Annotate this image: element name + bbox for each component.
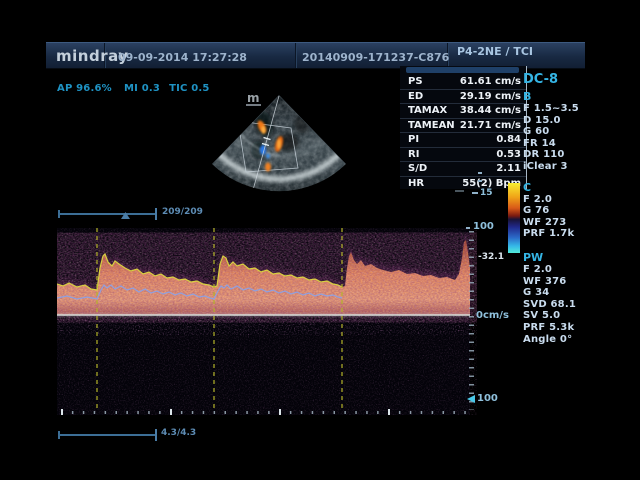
sweep-scrollbar[interactable] <box>57 426 167 442</box>
param-row: Angle 0° <box>523 334 635 346</box>
velocity-scale-zero-label: 0cm/s <box>476 310 509 321</box>
titlebar-divider <box>295 43 296 68</box>
param-row: PRF 5.3k <box>523 322 635 334</box>
datetime-label: 09-09-2014 17:27:28 <box>118 51 247 64</box>
panel-header-bar <box>406 67 519 73</box>
ultrasound-screen: mindray 09-09-2014 17:27:28 20140909-171… <box>0 0 640 480</box>
param-row: G 34 <box>523 287 635 299</box>
scale-marker-icon <box>467 395 475 403</box>
param-row: WF 376 <box>523 276 635 288</box>
spectral-doppler-display <box>57 228 477 415</box>
measurement-row: TAMEAN21.71 cm/s <box>400 118 526 133</box>
system-name-label: DC-8 <box>523 72 635 87</box>
param-row: SV 5.0 <box>523 310 635 322</box>
image-parameters-sidebar: DC-8 B F 1.5~3.5 D 15.0 G 60 FR 14 DR 11… <box>523 72 635 345</box>
param-row: SVD 68.1 <box>523 299 635 311</box>
color-scale-min-label: -32.1 <box>476 252 504 262</box>
probe-mode-label: P4-2NE / TCI <box>457 45 533 58</box>
param-row: F 1.5~3.5 <box>523 103 635 115</box>
param-row: F 2.0 <box>523 264 635 276</box>
title-bar: mindray 09-09-2014 17:27:28 20140909-171… <box>46 42 585 69</box>
param-row: DR 110 <box>523 149 635 161</box>
param-row: F 2.0 <box>523 194 635 206</box>
param-row: FR 14 <box>523 138 635 150</box>
param-row: G 76 <box>523 205 635 217</box>
param-row: PRF 1.7k <box>523 228 635 240</box>
acoustic-power-label: AP 96.6% <box>57 83 112 94</box>
measurement-row: RI0.53 <box>400 147 526 162</box>
sweep-time-label: 4.3/4.3 <box>161 428 196 438</box>
panel-grip-icon <box>455 190 464 192</box>
measurement-row: TAMAX38.44 cm/s <box>400 103 526 118</box>
depth-scale-label: 15 <box>480 188 493 198</box>
section-title-b: B <box>523 91 635 103</box>
param-row: WF 273 <box>523 217 635 229</box>
depth-tick <box>478 172 482 174</box>
scale-tick <box>466 227 470 229</box>
depth-tick <box>472 192 478 194</box>
measurement-results-panel: PS61.61 cm/s ED29.19 cm/s TAMAX38.44 cm/… <box>400 66 527 189</box>
param-row: iClear 3 <box>523 161 635 173</box>
acoustic-status-bar: AP 96.6% MI 0.3 TIC 0.5 <box>57 76 210 95</box>
cine-counter-label: 209/209 <box>162 207 203 217</box>
cine-scrollbar[interactable] <box>57 205 167 221</box>
measurement-row: S/D2.11 <box>400 161 526 176</box>
section-title-pw: PW <box>523 252 635 264</box>
measurement-row: ED29.19 cm/s <box>400 89 526 104</box>
depth-tick <box>478 180 482 182</box>
velocity-scale-top-label: 100 <box>473 221 494 232</box>
velocity-scale-bottom-label: 100 <box>477 393 498 404</box>
section-title-c: C <box>523 182 635 194</box>
exam-id-label: 20140909-171237-C876 <box>302 51 449 64</box>
param-row: D 15.0 <box>523 115 635 127</box>
measurement-row: PI0.84 <box>400 132 526 147</box>
color-doppler-scale-bar <box>508 183 520 253</box>
mi-label: MI 0.3 <box>124 83 160 94</box>
param-row: G 60 <box>523 126 635 138</box>
measurement-row: PS61.61 cm/s <box>400 74 526 89</box>
bmode-image <box>200 84 360 202</box>
